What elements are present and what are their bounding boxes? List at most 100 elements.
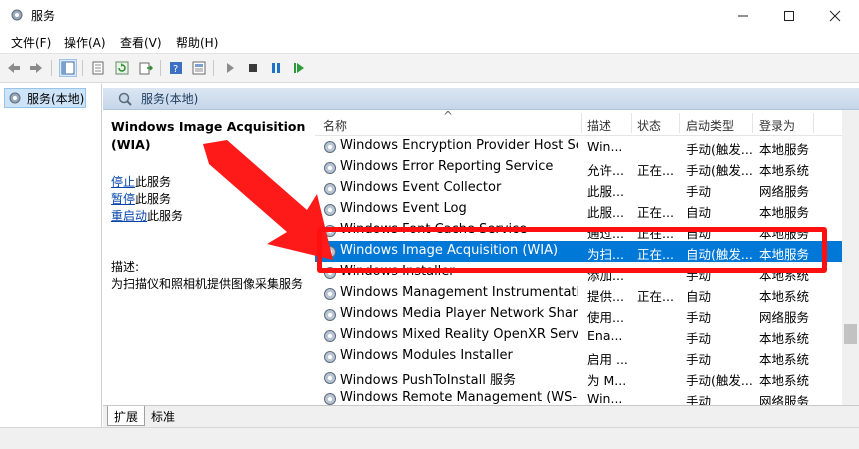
table-row[interactable]: Windows Encryption Provider Host Ser... W… [315, 136, 845, 157]
table-row[interactable]: Windows Error Reporting Service 允许... 正在..… [315, 157, 845, 178]
panel-header: 服务(本地) [103, 88, 859, 110]
service-name: Windows PushToInstall 服务 [340, 373, 516, 388]
service-gear-icon [324, 330, 336, 342]
service-startup-type: 自动 [686, 205, 712, 220]
back-button[interactable] [5, 59, 23, 77]
export-icon [139, 62, 153, 75]
minimize-button[interactable] [720, 0, 766, 31]
service-description: 允许... [587, 163, 624, 178]
help-button[interactable]: ? [167, 59, 185, 77]
service-logon-as: 本地服务 [759, 205, 810, 220]
scrollbar-thumb[interactable] [844, 324, 857, 344]
stop-icon [249, 64, 257, 72]
menu-view[interactable]: 查看(V) [120, 34, 162, 51]
pause-service-button[interactable] [267, 59, 285, 77]
service-status: 正在... [637, 163, 674, 178]
service-description: 提供... [587, 289, 624, 304]
properties-button[interactable] [89, 59, 107, 77]
tree-item-services-local[interactable]: 服务(本地) [4, 88, 86, 108]
column-startup-type[interactable]: 启动类型 [686, 117, 734, 134]
sort-ascending-icon: ^ [443, 110, 454, 123]
service-logon-as: 本地系统 [759, 331, 810, 346]
table-row[interactable]: Windows Management Instrumentation 提供... 正… [315, 283, 845, 304]
service-description: 此服... [587, 184, 624, 199]
toolbar: ? [0, 53, 859, 83]
service-startup-type: 手动 [686, 352, 712, 367]
description-label: 描述: [111, 260, 140, 274]
service-description: Win... [587, 139, 623, 154]
service-description: Ena... [587, 328, 623, 343]
pause-service-link[interactable]: 暂停 [111, 192, 135, 206]
menu-action[interactable]: 操作(A) [64, 34, 106, 51]
table-row[interactable]: Windows Event Log 此服... 正在... 自动 本地服务 [315, 199, 845, 220]
table-row[interactable]: Windows Modules Installer 启用 ... 手动 本地系统 [315, 346, 845, 367]
menu-help[interactable]: 帮助(H) [176, 34, 218, 51]
column-separator[interactable] [581, 113, 582, 133]
table-row[interactable]: Windows Mixed Reality OpenXR Service Ena.… [315, 325, 845, 346]
view-tabs: 扩展 标准 [103, 405, 859, 427]
show-hide-tree-button[interactable] [59, 59, 77, 77]
table-row[interactable]: Windows Event Collector 此服... 手动 网络服务 [315, 178, 845, 199]
description-text: 为扫描仪和照相机提供图像采集服务 [111, 277, 304, 291]
gear-icon [9, 92, 21, 104]
table-row[interactable]: Windows Media Player Network Sharin... 使用… [315, 304, 845, 325]
column-logon-as[interactable]: 登录为 [759, 117, 795, 134]
forward-button[interactable] [27, 59, 45, 77]
view-button[interactable] [190, 59, 208, 77]
refresh-button[interactable] [113, 59, 131, 77]
action-restart: 重启动此服务 [111, 207, 183, 224]
column-separator[interactable] [631, 113, 632, 133]
action-suffix: 此服务 [135, 192, 172, 206]
restart-service-button[interactable] [290, 59, 308, 77]
column-status[interactable]: 状态 [637, 117, 661, 134]
tab-extended[interactable]: 扩展 [107, 406, 146, 426]
service-description: 使用... [587, 310, 624, 325]
column-separator[interactable] [679, 113, 680, 133]
pause-icon [272, 63, 280, 73]
maximize-button[interactable] [766, 0, 812, 31]
menu-file[interactable]: 文件(F) [11, 34, 51, 51]
stop-service-link[interactable]: 停止 [111, 175, 135, 189]
view-icon [192, 61, 206, 75]
properties-icon [92, 61, 104, 75]
table-row[interactable]: Windows PushToInstall 服务 为 M... 手动(触发... 本地… [315, 367, 845, 388]
restart-service-link[interactable]: 重启动 [111, 209, 147, 223]
forward-arrow-icon [30, 63, 42, 73]
vertical-scrollbar[interactable] [842, 110, 859, 408]
tree-item-label: 服务(本地) [27, 91, 85, 106]
service-name: Windows Modules Installer [340, 348, 513, 363]
column-separator[interactable] [752, 113, 753, 133]
service-name: Windows Mixed Reality OpenXR Service [340, 327, 578, 342]
export-list-button[interactable] [137, 59, 155, 77]
start-service-button[interactable] [221, 59, 239, 77]
tab-standard[interactable]: 标准 [145, 406, 181, 426]
service-name: Windows Event Collector [340, 180, 502, 195]
highlight-box [317, 227, 827, 273]
service-gear-icon [324, 372, 336, 384]
service-logon-as: 本地系统 [759, 352, 810, 367]
column-name[interactable]: 名称 [323, 117, 347, 134]
service-startup-type: 手动 [686, 310, 712, 325]
service-startup-type: 手动(触发... [686, 142, 752, 157]
service-startup-type: 自动 [686, 289, 712, 304]
play-icon [227, 63, 234, 73]
window-title: 服务 [31, 9, 56, 23]
svg-text:?: ? [173, 64, 178, 75]
maximize-icon [784, 10, 794, 21]
service-startup-type: 手动(触发... [686, 163, 752, 178]
stop-service-button[interactable] [244, 59, 262, 77]
column-description[interactable]: 描述 [587, 117, 611, 134]
status-bar [0, 427, 859, 449]
service-name: Windows Encryption Provider Host Ser... [340, 138, 578, 153]
column-separator[interactable] [813, 113, 814, 133]
minimize-icon [738, 15, 748, 16]
service-logon-as: 本地系统 [759, 373, 810, 388]
gear-icon [11, 9, 23, 21]
service-gear-icon [324, 309, 336, 321]
service-startup-type: 手动 [686, 331, 712, 346]
close-button[interactable] [812, 0, 858, 31]
service-status: 正在... [637, 289, 674, 304]
service-status: 正在... [637, 205, 674, 220]
service-startup-type: 手动 [686, 184, 712, 199]
service-logon-as: 网络服务 [759, 184, 810, 199]
